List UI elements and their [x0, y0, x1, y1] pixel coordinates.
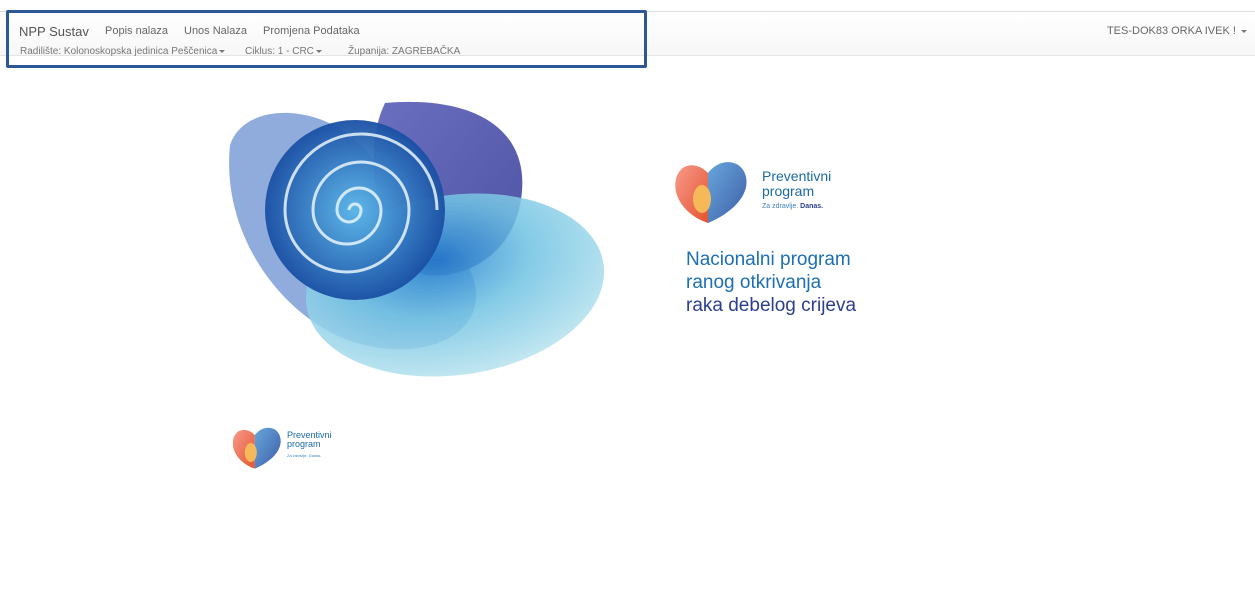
small-slogan-prefix: Za zdravlje.: [287, 453, 308, 458]
small-slogan-emphasis: Danas.: [308, 453, 322, 458]
caret-down-icon: [315, 49, 322, 53]
brand-link[interactable]: NPP Sustav: [19, 24, 89, 39]
headline-line1: Nacionalni program: [686, 249, 851, 270]
heart-logo-icon: [675, 162, 747, 223]
nav-popis-nalaza[interactable]: Popis nalaza: [105, 25, 168, 37]
program-title: Preventivni program: [762, 169, 831, 199]
headline-line2: ranog otkrivanja: [686, 272, 822, 293]
small-program-title: Preventivni program: [287, 431, 332, 449]
program-slogan: Za zdravlje. Danas.: [762, 203, 823, 210]
slogan-prefix: Za zdravlje.: [762, 203, 799, 210]
slogan-emphasis: Danas.: [800, 203, 824, 210]
user-name-label: TES-DOK83 ORKA IVEK !: [1106, 25, 1236, 37]
ciklus-label: Ciklus: 1 - CRC: [245, 46, 314, 57]
user-menu-dropdown[interactable]: TES-DOK83 ORKA IVEK !: [1107, 25, 1247, 37]
preventivni-program-logo: Preventivni program Za zdravlje. Danas.: [672, 155, 872, 225]
heart-logo-icon: [232, 427, 281, 469]
program-line1: Preventivni: [762, 168, 832, 184]
radiliste-label: Radilište: Kolonoskopska jedinica Peščen…: [20, 46, 218, 57]
zupanija-label: Županija: ZAGREBAČKA: [348, 46, 461, 57]
headline-line3: raka debelog crijeva: [686, 295, 857, 316]
program-headline: Nacionalni program ranog otkrivanja raka…: [686, 248, 856, 317]
small-program-line2: program: [287, 439, 321, 449]
small-program-slogan: Za zdravlje. Danas.: [287, 453, 322, 458]
caret-down-icon: [219, 49, 226, 53]
radiliste-dropdown[interactable]: Radilište: Kolonoskopska jedinica Peščen…: [20, 46, 226, 57]
caret-down-icon: [1241, 29, 1247, 33]
small-preventivni-logo: Preventivni program Za zdravlje. Danas.: [230, 423, 360, 473]
program-line2: program: [762, 183, 815, 199]
nav-promjena-podataka[interactable]: Promjena Podataka: [263, 25, 360, 37]
nav-unos-nalaza[interactable]: Unos Nalaza: [184, 25, 247, 37]
ciklus-dropdown[interactable]: Ciklus: 1 - CRC: [245, 46, 322, 57]
spiral-logo-graphic: [229, 101, 605, 377]
